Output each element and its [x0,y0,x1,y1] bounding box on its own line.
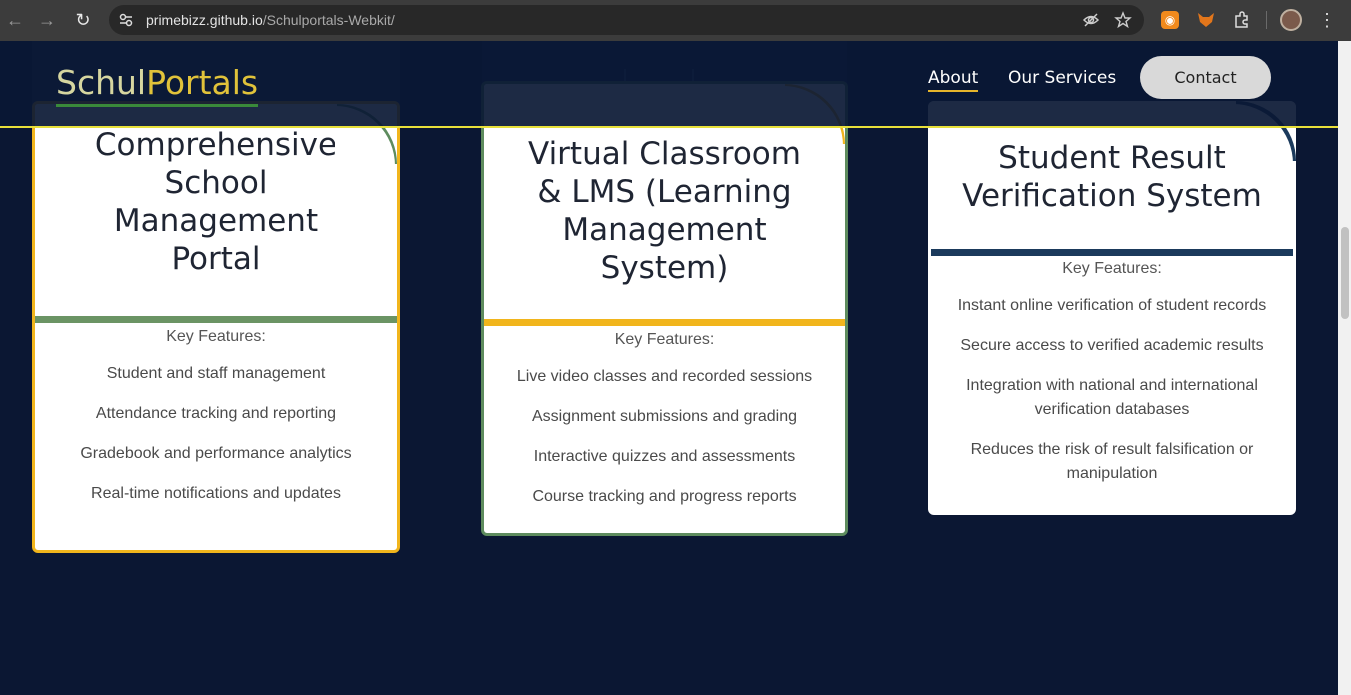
feature-item: Secure access to verified academic resul… [960,337,1264,354]
feature-item: Student and staff management [106,365,326,382]
feature-item: Reduces the risk of result falsification… [970,441,1254,482]
site-settings-icon[interactable] [118,12,134,28]
site-logo[interactable]: SchulPortals [56,63,259,107]
logo-text-part: Schul [56,63,147,102]
page-viewport: Comprehensive School Management Portal K… [0,41,1338,695]
card-title-line: Management [562,212,767,248]
feature-item: Course tracking and progress reports [532,488,797,505]
extensions-puzzle-icon[interactable] [1230,8,1254,32]
feature-item: Real-time notifications and updates [91,485,341,502]
contact-button[interactable]: Contact [1140,56,1271,99]
eye-off-icon[interactable] [1082,11,1100,34]
fox-extension-icon[interactable] [1194,8,1218,32]
forward-icon[interactable]: → [32,5,62,35]
nav-about-link[interactable]: About [928,68,979,92]
card-divider-band [35,316,397,323]
key-features-label: Key Features: [166,328,266,345]
feature-item: Interactive quizzes and assessments [533,448,796,465]
logo-text-part: Portals [146,63,259,102]
card-title: Virtual Classroom & LMS (Learning Manage… [484,135,845,287]
key-features-label: Key Features: [1062,260,1162,277]
back-icon[interactable]: ← [0,5,30,35]
address-bar[interactable]: primebizz.github.io/Schulportals-Webkit/ [109,5,1144,35]
card-title-line: Portal [171,241,261,277]
toolbar-divider [1266,11,1267,29]
feature-item: Instant online verification of student r… [957,297,1267,314]
page-scrollbar[interactable] [1338,41,1351,695]
card-title-line: Verification System [962,178,1262,214]
url-host: primebizz.github.io [146,12,263,28]
site-header: SchulPortals About Our Services Contact [0,41,1338,128]
url-path: /Schulportals-Webkit/ [262,12,395,28]
feature-item: Gradebook and performance analytics [80,445,352,462]
feature-item: Assignment submissions and grading [531,408,798,425]
feature-item: Integration with national and internatio… [966,377,1258,418]
card-divider-band [484,319,845,326]
key-features-label: Key Features: [614,331,715,348]
feature-item: Attendance tracking and reporting [95,405,337,422]
browser-toolbar: ← → ↻ primebizz.github.io/Schulportals-W… [0,0,1351,41]
card-title-line: System) [600,250,729,286]
nav-services-link[interactable]: Our Services [1008,68,1116,88]
menu-kebab-icon[interactable]: ⋮ [1315,8,1339,32]
star-icon[interactable] [1114,11,1132,34]
rss-extension-icon[interactable]: ◉ [1158,8,1182,32]
card-title-line: Management [113,203,319,239]
service-card-result-verification: Student Result Verification System Key F… [928,101,1296,515]
profile-avatar[interactable] [1279,8,1303,32]
feature-item: Live video classes and recorded sessions [516,368,813,385]
url-text[interactable]: primebizz.github.io/Schulportals-Webkit/ [146,12,395,28]
card-divider-band [931,249,1293,256]
card-title-line: & LMS (Learning [537,174,792,210]
card-title-line: School [164,165,268,201]
scrollbar-thumb[interactable] [1341,227,1349,319]
service-card-virtual-classroom: Virtual Classroom & LMS (Learning Manage… [481,81,848,536]
reload-icon[interactable]: ↻ [68,5,98,35]
service-card-school-management: Comprehensive School Management Portal K… [32,101,400,553]
